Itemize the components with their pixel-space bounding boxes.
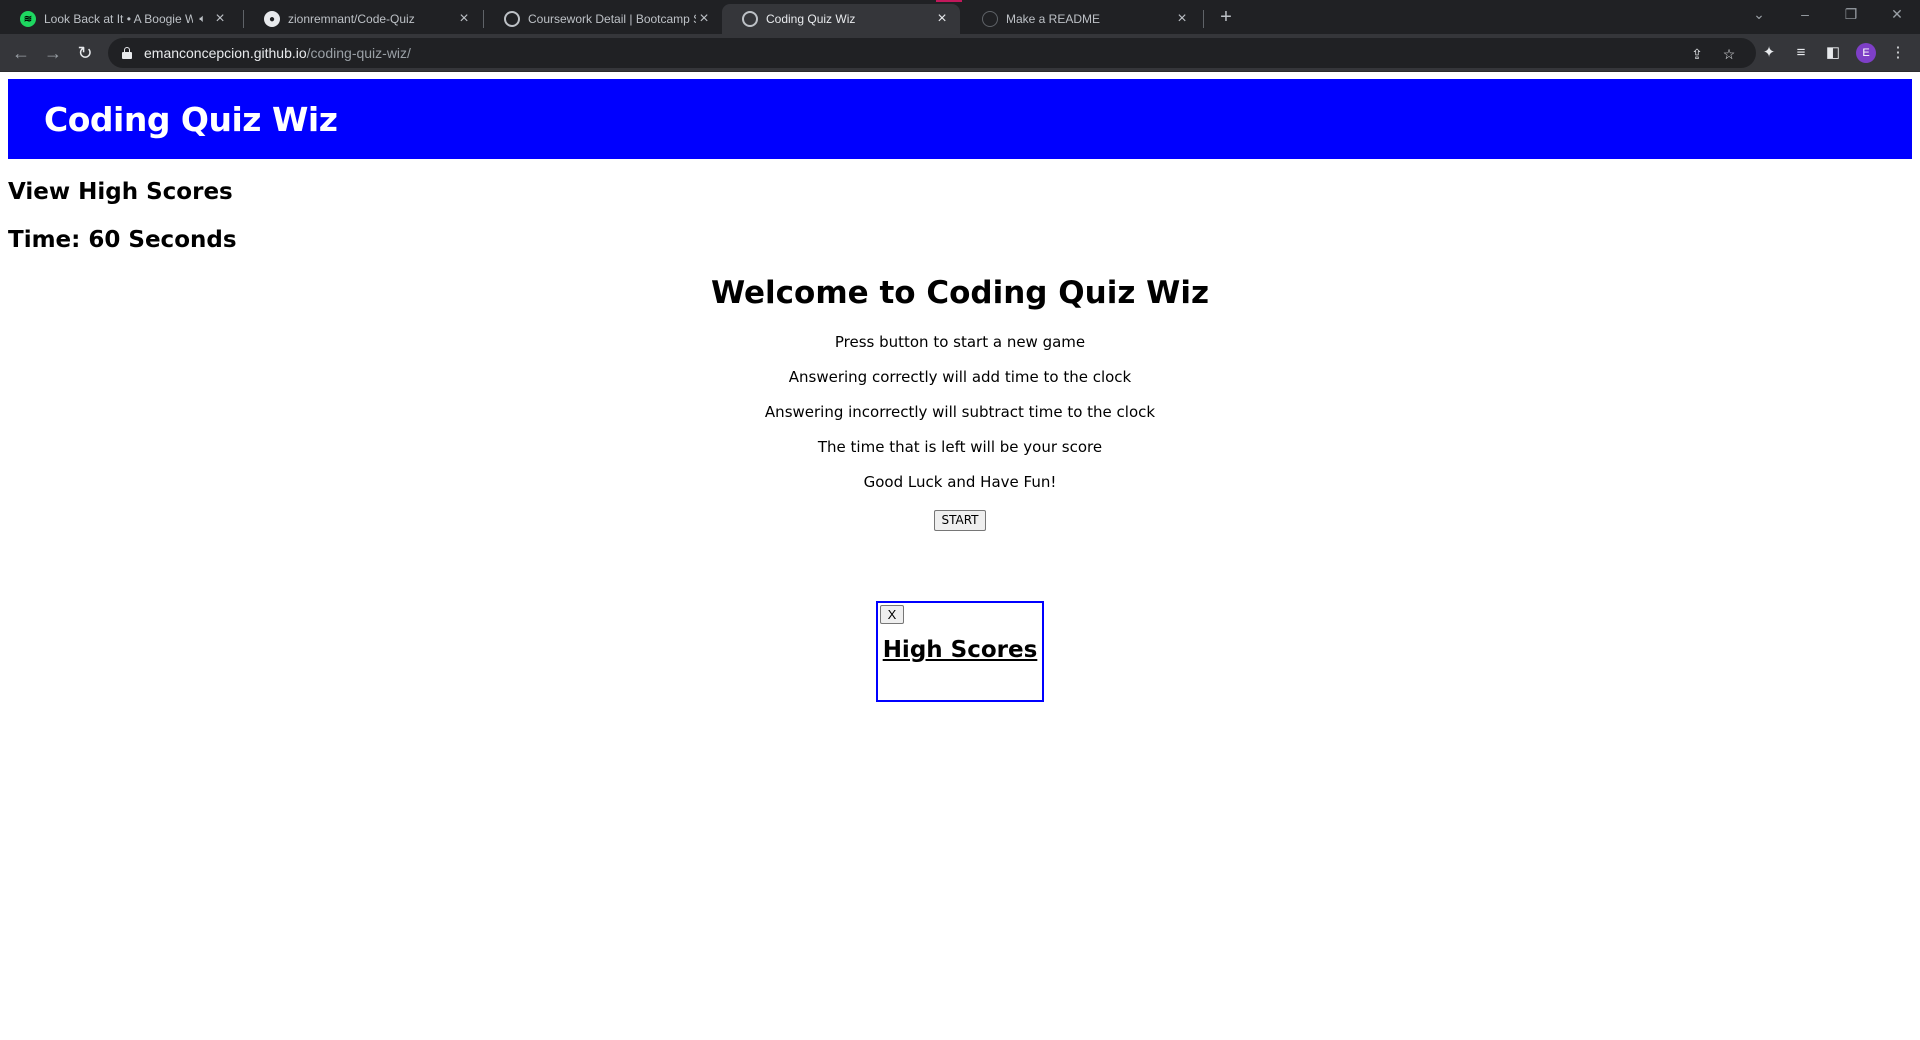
globe-icon xyxy=(504,11,520,27)
high-scores-title: High Scores xyxy=(882,637,1038,663)
timer-label: Time: xyxy=(8,227,81,253)
timer-unit: Seconds xyxy=(128,227,237,253)
close-icon[interactable]: X xyxy=(880,605,904,624)
kebab-menu-icon[interactable]: ⋮ xyxy=(1888,43,1908,63)
start-button[interactable]: START xyxy=(934,510,986,531)
instruction-line: The time that is left will be your score xyxy=(817,438,1103,456)
site-title: Coding Quiz Wiz xyxy=(44,99,338,139)
window-close-icon[interactable]: ✕ xyxy=(1874,0,1920,30)
tab-close-icon[interactable]: × xyxy=(456,11,472,27)
browser-toolbar: ← → ↻ emanconcepcion.github.io/coding-qu… xyxy=(0,34,1920,72)
site-header: Coding Quiz Wiz xyxy=(8,79,1912,159)
lock-icon[interactable] xyxy=(122,47,132,59)
tab-title: Coursework Detail | Bootcamp Sp xyxy=(528,12,696,26)
instruction-line: Press button to start a new game xyxy=(834,333,1086,351)
share-icon[interactable]: ⇪ xyxy=(1688,45,1706,63)
high-scores-modal: X High Scores xyxy=(876,601,1044,702)
timer-value: 60 xyxy=(88,227,121,253)
browser-tab-coding-quiz-wiz[interactable]: Coding Quiz Wiz × xyxy=(722,4,960,34)
extensions-puzzle-icon[interactable]: ✦ xyxy=(1759,43,1779,63)
back-arrow-icon[interactable]: ← xyxy=(10,42,32,64)
globe-icon xyxy=(742,11,758,27)
tab-close-icon[interactable]: × xyxy=(212,11,228,27)
restore-icon[interactable]: ❐ xyxy=(1828,0,1874,30)
forward-arrow-icon[interactable]: → xyxy=(42,42,64,64)
spotify-icon: ≋ xyxy=(20,11,36,27)
tab-title: zionremnant/Code-Quiz xyxy=(288,12,415,26)
instruction-line: Good Luck and Have Fun! xyxy=(863,473,1057,491)
side-panel-icon[interactable]: ◧ xyxy=(1823,43,1843,63)
minimize-icon[interactable]: – xyxy=(1782,0,1828,30)
tab-separator xyxy=(1203,10,1204,28)
welcome-title: Welcome to Coding Quiz Wiz xyxy=(710,275,1210,311)
tab-search-icon[interactable]: ⌄ xyxy=(1736,0,1782,30)
profile-avatar[interactable]: E xyxy=(1856,43,1876,63)
browser-tab-github[interactable]: ● zionremnant/Code-Quiz × xyxy=(244,4,482,34)
new-tab-button[interactable]: + xyxy=(1214,6,1238,30)
instruction-line: Answering correctly will add time to the… xyxy=(788,368,1132,386)
browser-tab-coursework[interactable]: Coursework Detail | Bootcamp Sp × xyxy=(484,4,722,34)
tab-title: Coding Quiz Wiz xyxy=(766,12,856,26)
reload-icon[interactable]: ↻ xyxy=(74,42,96,64)
speaker-icon[interactable]: 🔈︎ xyxy=(199,13,206,26)
media-queue-icon[interactable]: ≡ xyxy=(1791,43,1811,63)
tab-close-icon[interactable]: × xyxy=(696,11,712,27)
bookmark-star-icon[interactable]: ☆ xyxy=(1720,45,1738,63)
timer: Time: 60 Seconds xyxy=(8,227,237,253)
address-bar[interactable]: emanconcepcion.github.io/coding-quiz-wiz… xyxy=(108,38,1756,68)
browser-tab-strip: ≋ Look Back at It • A Boogie W 🔈︎ × ● zi… xyxy=(0,0,1920,34)
github-icon: ● xyxy=(264,11,280,27)
active-tab-indicator xyxy=(936,0,962,2)
web-page: Coding Quiz Wiz View High Scores Time: 6… xyxy=(0,73,1920,1040)
browser-tab-spotify[interactable]: ≋ Look Back at It • A Boogie W 🔈︎ × xyxy=(0,4,238,34)
tab-title: Look Back at It • A Boogie W xyxy=(44,12,194,26)
url-host: emanconcepcion.github.io xyxy=(144,45,307,61)
browser-tab-make-readme[interactable]: Make a README × xyxy=(962,4,1200,34)
instruction-line: Answering incorrectly will subtract time… xyxy=(764,403,1156,421)
blank-page-icon xyxy=(982,11,998,27)
tab-title: Make a README xyxy=(1006,12,1101,26)
tab-close-icon[interactable]: × xyxy=(934,11,950,27)
tab-close-icon[interactable]: × xyxy=(1174,11,1190,27)
view-high-scores-link[interactable]: View High Scores xyxy=(8,179,233,205)
url-path: /coding-quiz-wiz/ xyxy=(306,45,411,61)
